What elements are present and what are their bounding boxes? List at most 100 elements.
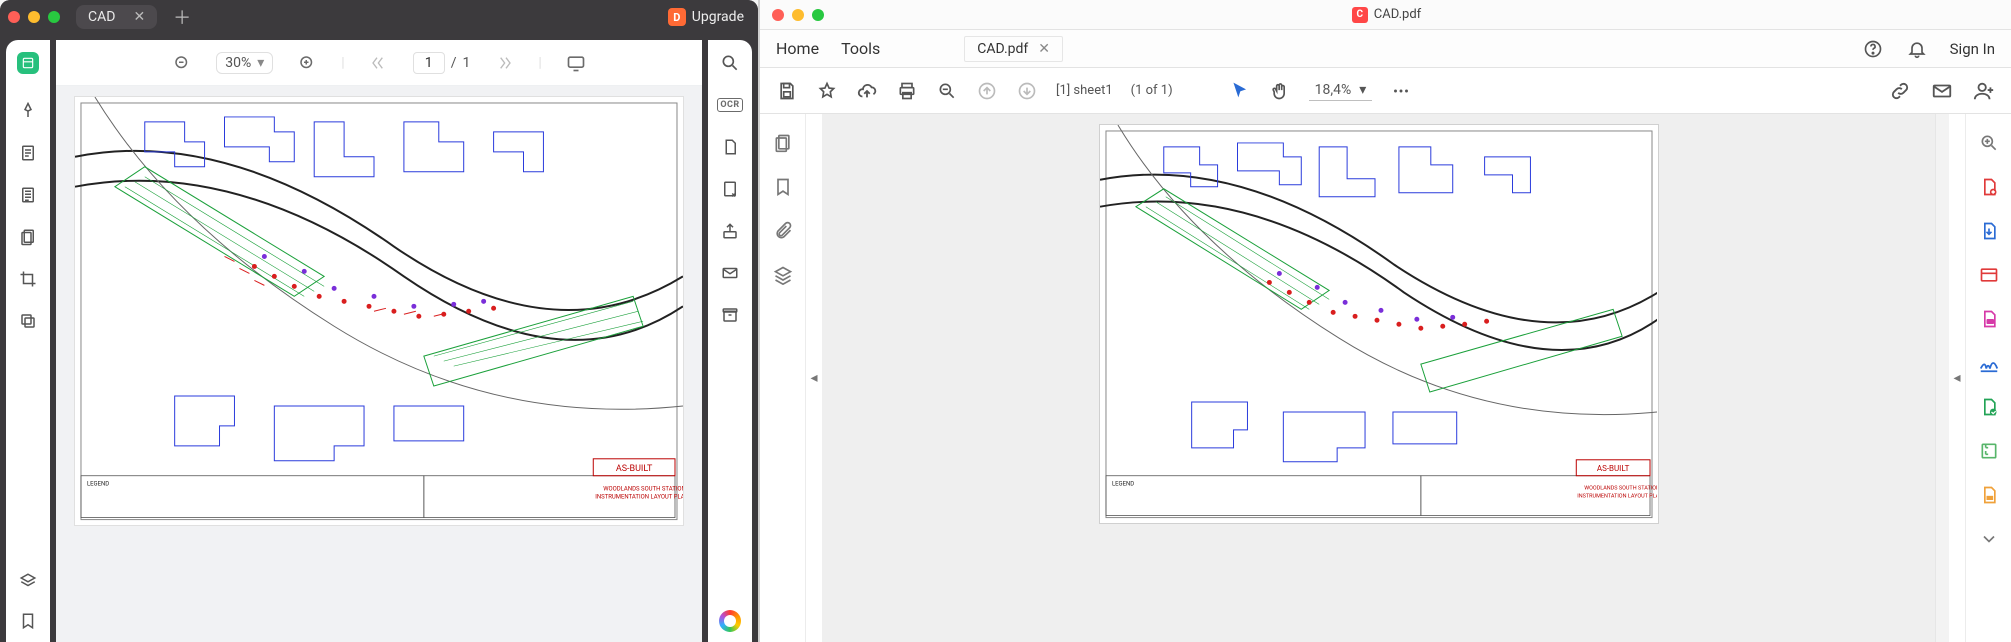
nav-tools[interactable]: Tools xyxy=(841,39,880,58)
layers-icon[interactable] xyxy=(772,264,794,286)
right-navbar: Home Tools CAD.pdf ✕ Sign In xyxy=(760,30,2011,68)
scrollbar[interactable] xyxy=(1935,114,1949,642)
page-down-icon[interactable] xyxy=(1016,80,1038,102)
zoom-select[interactable]: 30% ▾ xyxy=(216,52,273,74)
attachment-icon[interactable] xyxy=(772,220,794,242)
mail-icon[interactable] xyxy=(719,262,741,284)
thumbnails-icon[interactable] xyxy=(772,132,794,154)
signin-button[interactable]: Sign In xyxy=(1950,40,1995,58)
organize-icon[interactable] xyxy=(1978,396,2000,418)
right-viewer[interactable]: AS-BUILT WOODLANDS SOUTH STATION INSTRUM… xyxy=(822,114,1949,642)
maximize-window[interactable] xyxy=(48,11,60,23)
link-icon[interactable] xyxy=(1889,80,1911,102)
minimize-window[interactable] xyxy=(792,9,804,21)
svg-text:LEGEND: LEGEND xyxy=(1111,481,1133,488)
left-app-window: CAD ✕ ＋ D Upgrade xyxy=(0,0,758,642)
help-icon[interactable] xyxy=(1862,38,1884,60)
page-of-label: (1 of 1) xyxy=(1131,83,1173,98)
page-total: 1 xyxy=(462,55,470,71)
page-indicator: / 1 xyxy=(413,52,471,74)
svg-text:AS-BUILT: AS-BUILT xyxy=(1596,464,1629,473)
window-title: C CAD.pdf xyxy=(844,7,1929,23)
cad-drawing: AS-BUILT WOODLANDS SOUTH STATION INSTRUM… xyxy=(1100,125,1658,524)
redact-icon[interactable] xyxy=(1978,484,2000,506)
zoom-select[interactable]: 18,4% ▾ xyxy=(1309,80,1373,101)
svg-text:INSTRUMENTATION LAYOUT PLAN: INSTRUMENTATION LAYOUT PLAN xyxy=(1577,494,1658,500)
add-tab-button[interactable]: ＋ xyxy=(173,4,191,30)
home-icon[interactable] xyxy=(17,52,39,74)
bookmark-icon[interactable] xyxy=(17,610,39,632)
close-tab-icon[interactable]: ✕ xyxy=(1038,41,1050,57)
compress-icon[interactable] xyxy=(1978,440,2000,462)
legend-heading: LEGEND xyxy=(87,481,109,488)
select-tool-icon[interactable] xyxy=(1229,80,1251,102)
tab-cad[interactable]: CAD ✕ xyxy=(76,5,157,29)
left-content: 30% ▾ | / 1 | xyxy=(0,34,758,642)
first-page-button[interactable] xyxy=(367,51,391,75)
save-icon[interactable] xyxy=(776,80,798,102)
close-window[interactable] xyxy=(772,9,784,21)
page-input[interactable] xyxy=(413,52,445,74)
svg-text:WOODLANDS SOUTH STATION: WOODLANDS SOUTH STATION xyxy=(1584,486,1658,492)
left-titlebar: CAD ✕ ＋ D Upgrade xyxy=(0,0,758,34)
more-icon[interactable] xyxy=(1390,80,1412,102)
close-window[interactable] xyxy=(8,11,20,23)
share-icon[interactable] xyxy=(719,220,741,242)
presentation-button[interactable] xyxy=(564,51,588,75)
hand-tool-icon[interactable] xyxy=(1269,80,1291,102)
star-icon[interactable] xyxy=(816,80,838,102)
mail-icon[interactable] xyxy=(1931,80,1953,102)
upgrade-label: Upgrade xyxy=(692,9,744,25)
archive-icon[interactable] xyxy=(719,304,741,326)
cloud-icon[interactable] xyxy=(856,80,878,102)
page-add-icon[interactable] xyxy=(719,178,741,200)
zoom-out-icon[interactable] xyxy=(936,80,958,102)
page-paragraph-icon[interactable] xyxy=(17,184,39,206)
add-person-icon[interactable] xyxy=(1973,80,1995,102)
pdf-page: AS-BUILT WOODLANDS SOUTH STATION INSTRUM… xyxy=(1099,124,1659,524)
expand-right-panel[interactable]: ◂ xyxy=(1949,370,1965,386)
layers-icon[interactable] xyxy=(17,570,39,592)
minimize-window[interactable] xyxy=(28,11,40,23)
chevron-down-icon: ▾ xyxy=(1359,82,1366,98)
page-text-icon[interactable] xyxy=(17,142,39,164)
close-tab-icon[interactable]: ✕ xyxy=(133,9,145,25)
comment-pdf-icon[interactable] xyxy=(1978,308,2000,330)
maximize-window[interactable] xyxy=(812,9,824,21)
zoom-out-button[interactable] xyxy=(170,51,194,75)
stamp-text: AS-BUILT xyxy=(616,464,653,474)
sign-icon[interactable] xyxy=(1978,352,2000,374)
search-icon[interactable] xyxy=(719,52,741,74)
bookmark-icon[interactable] xyxy=(772,176,794,198)
crop-icon[interactable] xyxy=(17,268,39,290)
more-tools-icon[interactable] xyxy=(1978,528,2000,550)
create-pdf-icon[interactable] xyxy=(1978,176,2000,198)
right-sidebar-left-app: OCR xyxy=(708,40,752,642)
doc-tab[interactable]: CAD.pdf ✕ xyxy=(964,36,1063,62)
right-content: ◂ xyxy=(760,114,2011,642)
pages-icon[interactable] xyxy=(17,226,39,248)
expand-left-panel[interactable]: ◂ xyxy=(806,370,822,386)
right-titlebar: C CAD.pdf xyxy=(760,0,2011,30)
zoom-in-button[interactable] xyxy=(295,51,319,75)
copy-icon[interactable] xyxy=(17,310,39,332)
search-icon[interactable] xyxy=(1978,132,2000,154)
left-viewer[interactable]: AS-BUILT WOODLANDS SOUTH STATION INSTRUM… xyxy=(56,86,702,642)
edit-pdf-icon[interactable] xyxy=(1978,264,2000,286)
pen-icon[interactable] xyxy=(17,100,39,122)
zoom-value: 18,4% xyxy=(1315,82,1352,98)
export-pdf-icon[interactable] xyxy=(1978,220,2000,242)
zoom-value: 30% xyxy=(225,55,251,71)
print-icon[interactable] xyxy=(896,80,918,102)
page-icon[interactable] xyxy=(719,136,741,158)
drawing-title-2: INSTRUMENTATION LAYOUT PLAN xyxy=(595,494,683,501)
last-page-button[interactable] xyxy=(492,51,516,75)
nav-home[interactable]: Home xyxy=(776,39,819,58)
sheet-label: [1] sheet1 xyxy=(1056,83,1113,98)
page-up-icon[interactable] xyxy=(976,80,998,102)
bell-icon[interactable] xyxy=(1906,38,1928,60)
pdf-page: AS-BUILT WOODLANDS SOUTH STATION INSTRUM… xyxy=(74,96,684,526)
rainbow-icon[interactable] xyxy=(719,610,741,632)
ocr-icon[interactable]: OCR xyxy=(719,94,741,116)
upgrade-button[interactable]: D Upgrade xyxy=(668,8,750,26)
